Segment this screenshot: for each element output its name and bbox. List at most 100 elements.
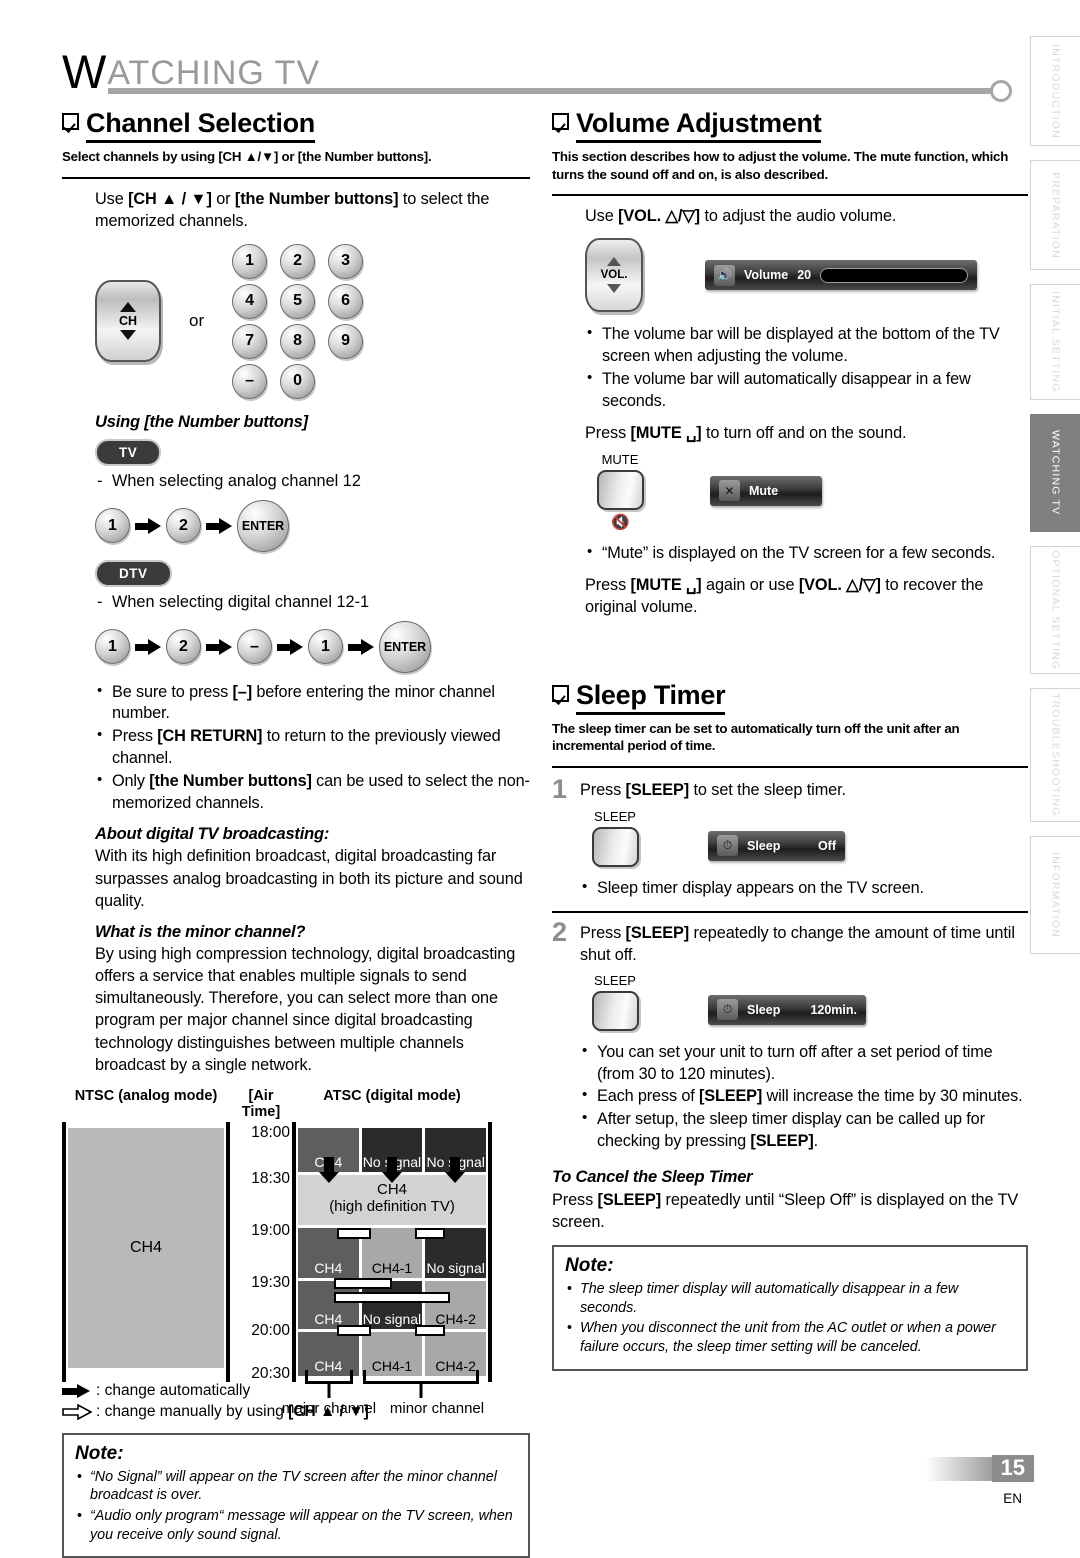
vol-rocker-key[interactable]: VOL. [585, 238, 643, 313]
mute-osd-label: Mute [749, 483, 779, 498]
volume-adjustment-title: Volume Adjustment [576, 108, 822, 143]
seq-key-1[interactable]: 1 [95, 508, 130, 544]
mute-button[interactable] [596, 469, 644, 510]
mute-instruction: Press [MUTE ␣] to turn off and on the so… [585, 422, 1028, 444]
note-list: “No Signal” will appear on the TV screen… [75, 1468, 517, 1544]
intro-bold-numbuttons: [the Number buttons] [234, 189, 399, 208]
bullet-pre: Be sure to press [112, 682, 233, 701]
sidebar-tab-label: OPTIONAL SETTING [1049, 549, 1062, 671]
sleep-osd: ⏱ Sleep 120min. [708, 994, 866, 1025]
list-item: Be sure to press [–] before entering the… [95, 681, 530, 726]
sleep-button[interactable] [591, 990, 639, 1031]
analog-example-text: When selecting analog channel 12 [95, 471, 530, 493]
ch-rocker-key[interactable]: CH [95, 280, 161, 363]
arrow-right-icon [206, 517, 232, 534]
sidebar-tab-watching-tv[interactable]: WATCHING TV [1030, 414, 1080, 532]
step1-bold: [SLEEP] [625, 780, 690, 799]
note-box-left: Note: “No Signal” will appear on the TV … [62, 1432, 530, 1558]
ntsc-left-rule [62, 1121, 66, 1382]
sleep-step-1: 1 Press [SLEEP] to set the sleep timer. … [552, 776, 1028, 900]
checkbox-icon [552, 684, 569, 702]
atsc-header: ATSC (digital mode) [323, 1087, 461, 1104]
ntsc-header: NTSC (analog mode) [74, 1087, 218, 1104]
list-item: The volume bar will be displayed at the … [585, 323, 1028, 368]
list-item: Sleep timer display appears on the TV sc… [580, 877, 1028, 900]
diagram-headers: NTSC (analog mode) [Air Time] ATSC (digi… [62, 1088, 510, 1120]
step-text: Press [SLEEP] to set the sleep timer. [580, 777, 846, 802]
clock-icon: ⏱ [717, 835, 738, 857]
sidebar-tab-troubleshooting[interactable]: TROUBLESHOOTING [1030, 688, 1080, 822]
recover-mid: again or use [701, 575, 799, 594]
sleep-step1-bullets: Sleep timer display appears on the TV sc… [552, 877, 1028, 900]
mute-key-group: MUTE 🔇 [585, 452, 655, 531]
sleep-key-label: SLEEP [594, 808, 636, 824]
volume-adjustment-heading: Volume Adjustment [552, 108, 1028, 143]
sidebar-tab-introduction[interactable]: INTRODUCTION [1030, 36, 1080, 146]
number-key-dash[interactable]: – [232, 363, 268, 399]
dseq-key-dash[interactable]: – [237, 629, 272, 665]
atsc-cell-hd-text: CH4 (high definition TV) [329, 1181, 455, 1215]
sidebar-tab-initial-setting[interactable]: INITIAL SETTING [1030, 284, 1080, 400]
sleep-button[interactable] [591, 826, 639, 867]
vol-intro-post: to adjust the audio volume. [700, 207, 897, 226]
number-key-5[interactable]: 5 [280, 283, 316, 319]
number-key-2[interactable]: 2 [280, 243, 316, 279]
page-language: EN [1003, 1491, 1022, 1506]
number-key-4[interactable]: 4 [232, 283, 268, 319]
list-item: Each press of [SLEEP] will increase the … [580, 1085, 1028, 1108]
list-item: “Mute” is displayed on the TV screen for… [585, 542, 1028, 565]
number-key-9[interactable]: 9 [328, 323, 364, 359]
number-buttons-pad: 1 2 3 4 5 6 7 8 9 – 0 [232, 243, 368, 399]
note-item: “No Signal” will appear on the TV screen… [75, 1468, 517, 1505]
sidebar-tab-label: INITIAL SETTING [1049, 291, 1062, 393]
seq-key-2[interactable]: 2 [166, 508, 201, 544]
volume-osd: 🔊 Volume 20 [705, 260, 977, 291]
sidebar-tab-preparation[interactable]: PREPARATION [1030, 160, 1080, 270]
checkbox-icon [552, 113, 569, 130]
sidebar-tab-information[interactable]: INFORMATION [1030, 836, 1080, 954]
chapter-rule [108, 88, 1008, 94]
channel-selection-intro: Use [CH ▲ / ▼] or [the Number buttons] t… [95, 188, 530, 232]
recover-pre: Press [585, 575, 631, 594]
dseq-key-1b[interactable]: 1 [308, 629, 343, 665]
step1-pre: Press [580, 780, 626, 799]
number-key-6[interactable]: 6 [328, 283, 364, 319]
step2-bold: [SLEEP] [625, 924, 690, 943]
intro-pre: Use [95, 189, 129, 208]
mute-osd-icon: ✕ [719, 480, 740, 502]
diagram-body: CH4 18:00 18:30 19:00 19:30 20:00 20:30 … [62, 1121, 510, 1382]
step-row: 1 Press [SLEEP] to set the sleep timer. [552, 776, 1028, 803]
note-box-right: Note: The sleep timer display will autom… [552, 1245, 1028, 1371]
step1-post: to set the sleep timer. [689, 780, 847, 799]
bullet-bold: [CH RETURN] [157, 727, 263, 746]
time-label: 19:30 [251, 1273, 290, 1291]
sleep-step2-bullets: You can set your unit to turn off after … [552, 1041, 1028, 1153]
number-key-1[interactable]: 1 [232, 243, 268, 279]
note-item: When you disconnect the unit from the AC… [565, 1319, 1015, 1356]
arrow-right-icon [135, 638, 161, 655]
number-key-8[interactable]: 8 [280, 323, 316, 359]
arrow-outline-icon [62, 1403, 92, 1420]
dseq-key-enter[interactable]: ENTER [379, 620, 431, 673]
digital-key-sequence: 1 2 – 1 ENTER [95, 620, 530, 673]
volume-intro: Use [VOL. △/▽] to adjust the audio volum… [585, 205, 1028, 227]
divider [552, 765, 1028, 768]
dseq-key-1[interactable]: 1 [95, 629, 130, 665]
chapter-title-capital: W [62, 45, 108, 98]
step-text: Press [SLEEP] repeatedly to change the a… [580, 920, 1028, 966]
speaker-icon: 🔊 [714, 264, 735, 286]
s2b2-post: . [813, 1132, 819, 1151]
seq-key-enter[interactable]: ENTER [237, 499, 289, 552]
section-volume-adjustment: Volume Adjustment This section describes… [552, 108, 1028, 197]
note-item: The sleep timer display will automatical… [565, 1280, 1015, 1317]
digital-example-text: When selecting digital channel 12-1 [95, 592, 530, 614]
number-key-3[interactable]: 3 [328, 243, 364, 279]
dseq-key-2[interactable]: 2 [166, 629, 201, 665]
number-key-7[interactable]: 7 [232, 323, 268, 359]
mute-recover: Press [MUTE ␣] again or use [VOL. △/▽] t… [585, 574, 1028, 618]
using-number-buttons-heading: Using [the Number buttons] [95, 412, 308, 431]
channel-selection-subtitle: Select channels by using [CH ▲/▼] or [th… [62, 149, 432, 164]
mute-bullets: “Mute” is displayed on the TV screen for… [585, 542, 1028, 565]
number-key-0[interactable]: 0 [280, 363, 316, 399]
sidebar-tab-optional-setting[interactable]: OPTIONAL SETTING [1030, 546, 1080, 674]
